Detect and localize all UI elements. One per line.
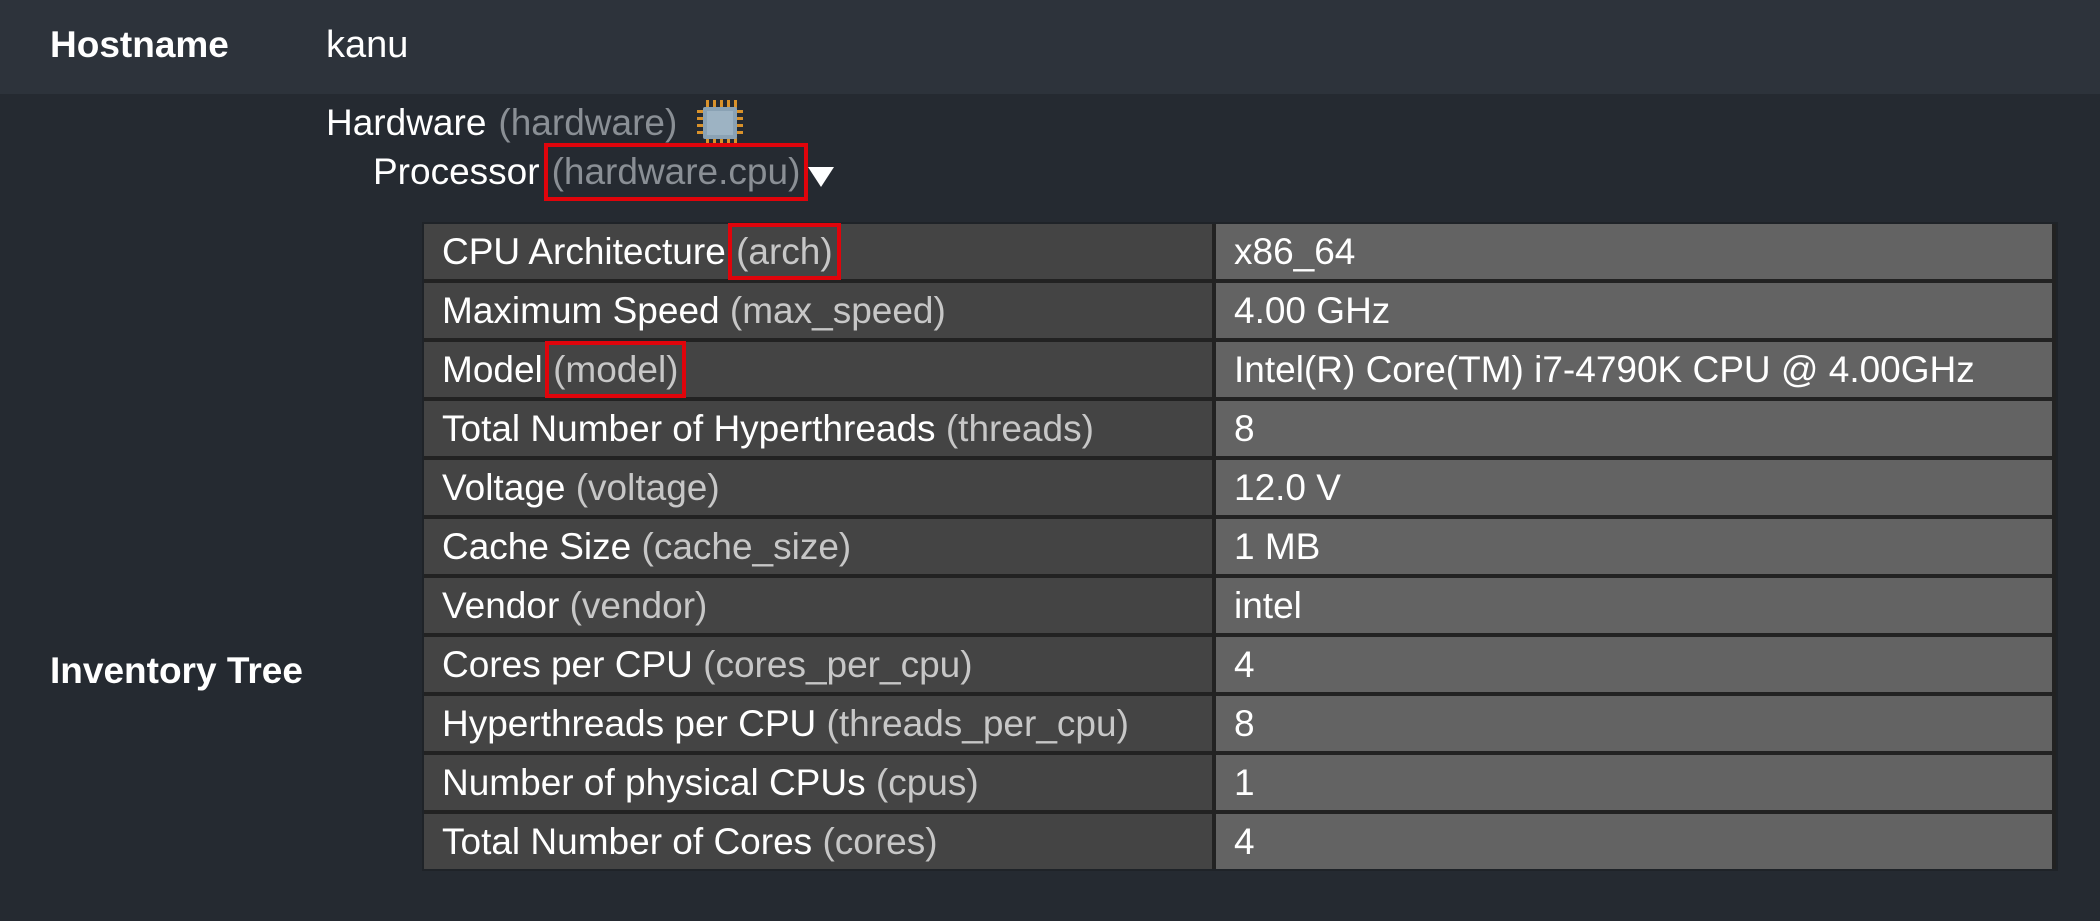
- table-row: Model (model) Intel(R) Core(TM) i7-4790K…: [424, 340, 2056, 401]
- attribute-value: 4: [1216, 814, 2056, 869]
- attribute-key: (threads): [945, 407, 1094, 449]
- attribute-value: 8: [1216, 401, 2056, 460]
- attribute-key: (cores_per_cpu): [703, 643, 973, 685]
- attribute-name: Total Number of Cores: [442, 820, 813, 862]
- attribute-value: 1 MB: [1216, 519, 2056, 578]
- attribute-name: Hyperthreads per CPU: [442, 702, 817, 744]
- node-path-highlighted: (hardware.cpu): [543, 143, 809, 201]
- hostname-row: Hostname kanu: [0, 0, 2100, 94]
- attribute-name: Voltage: [442, 466, 566, 508]
- hostname-label: Hostname: [50, 24, 229, 65]
- attribute-key: (cpus): [875, 761, 979, 803]
- attribute-name: CPU Architecture: [442, 230, 726, 272]
- tree-node-hardware[interactable]: Hardware (hardware): [326, 98, 745, 148]
- attribute-key: (vendor): [569, 584, 708, 626]
- attribute-key: (voltage): [575, 466, 720, 508]
- inventory-tree-label: Inventory Tree: [50, 650, 303, 691]
- table-row: Cache Size (cache_size) 1 MB: [424, 519, 2056, 578]
- attribute-key: (max_speed): [729, 289, 946, 331]
- attribute-value: Intel(R) Core(TM) i7-4790K CPU @ 4.00GHz: [1216, 342, 2056, 401]
- attribute-name-cell: Cache Size (cache_size): [424, 519, 1216, 578]
- attribute-key: (threads_per_cpu): [826, 702, 1129, 744]
- attribute-value: 4: [1216, 637, 2056, 696]
- attribute-name-cell: CPU Architecture (arch): [424, 222, 1216, 283]
- attribute-name-cell: Cores per CPU (cores_per_cpu): [424, 637, 1216, 696]
- attribute-name: Total Number of Hyperthreads: [442, 407, 936, 449]
- attribute-name: Model: [442, 348, 543, 390]
- attribute-name-cell: Vendor (vendor): [424, 578, 1216, 637]
- table-row: Total Number of Cores (cores) 4: [424, 814, 2056, 869]
- triangle-down-icon[interactable]: [808, 167, 835, 187]
- attribute-name-cell: Maximum Speed (max_speed): [424, 283, 1216, 342]
- table-row: Hyperthreads per CPU (threads_per_cpu) 8: [424, 696, 2056, 755]
- attribute-value: 1: [1216, 755, 2056, 814]
- table-row: Number of physical CPUs (cpus) 1: [424, 755, 2056, 814]
- table-row: Vendor (vendor) intel: [424, 578, 2056, 637]
- attribute-name-cell: Total Number of Hyperthreads (threads): [424, 401, 1216, 460]
- table-row: CPU Architecture (arch) x86_64: [424, 222, 2056, 283]
- tree-node-processor[interactable]: Processor (hardware.cpu): [373, 143, 835, 201]
- attribute-key: (cache_size): [641, 525, 852, 567]
- attribute-name: Vendor: [442, 584, 560, 626]
- node-title: Processor: [373, 151, 540, 192]
- attribute-name-cell: Total Number of Cores (cores): [424, 814, 1216, 869]
- attribute-name-cell: Hyperthreads per CPU (threads_per_cpu): [424, 696, 1216, 755]
- table-row: Maximum Speed (max_speed) 4.00 GHz: [424, 283, 2056, 342]
- attribute-key-highlighted: (model): [545, 340, 687, 398]
- attribute-name: Number of physical CPUs: [442, 761, 866, 803]
- attribute-name: Maximum Speed: [442, 289, 720, 331]
- cpu-chip-icon: [695, 98, 745, 148]
- table-row: Voltage (voltage) 12.0 V: [424, 460, 2056, 519]
- attribute-key: (cores): [822, 820, 938, 862]
- attribute-value: x86_64: [1216, 224, 2056, 283]
- node-path: (hardware): [498, 102, 678, 143]
- attribute-value: intel: [1216, 578, 2056, 637]
- attribute-name-cell: Voltage (voltage): [424, 460, 1216, 519]
- attribute-name-cell: Number of physical CPUs (cpus): [424, 755, 1216, 814]
- attribute-name: Cores per CPU: [442, 643, 693, 685]
- attribute-value: 12.0 V: [1216, 460, 2056, 519]
- attribute-value: 4.00 GHz: [1216, 283, 2056, 342]
- processor-attributes-table: CPU Architecture (arch) x86_64 Maximum S…: [422, 222, 2058, 871]
- table-row: Total Number of Hyperthreads (threads) 8: [424, 401, 2056, 460]
- table-row: Cores per CPU (cores_per_cpu) 4: [424, 637, 2056, 696]
- node-title: Hardware: [326, 102, 487, 143]
- attribute-name: Cache Size: [442, 525, 632, 567]
- attribute-key-highlighted: (arch): [728, 222, 841, 280]
- attribute-value: 8: [1216, 696, 2056, 755]
- hostname-value: kanu: [326, 24, 409, 66]
- attribute-name-cell: Model (model): [424, 340, 1216, 401]
